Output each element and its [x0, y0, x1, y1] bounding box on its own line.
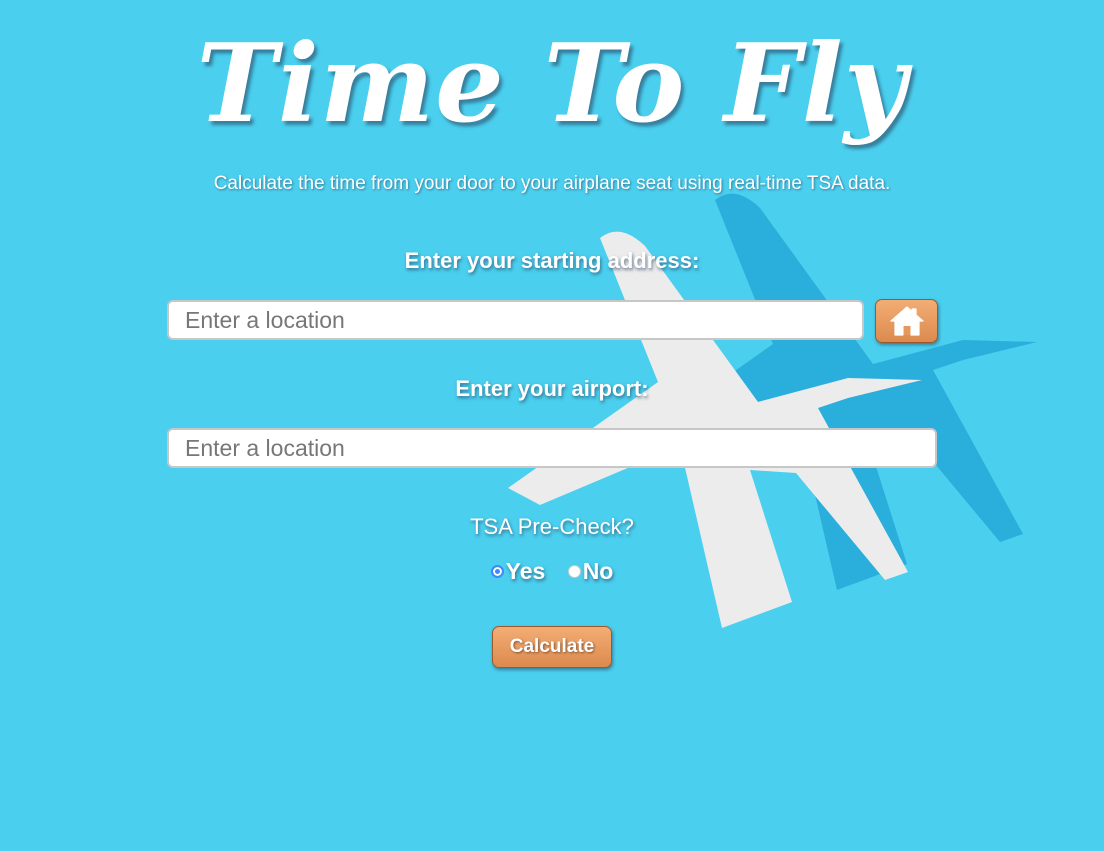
calculate-button[interactable]: Calculate: [492, 626, 612, 668]
tsa-yes-label: Yes: [505, 558, 546, 584]
tsa-no-option[interactable]: No: [567, 558, 614, 585]
airport-input[interactable]: [167, 428, 937, 468]
tsa-no-radio[interactable]: [567, 565, 581, 579]
tsa-no-label: No: [582, 558, 614, 584]
starting-address-label: Enter your starting address:: [404, 248, 700, 273]
home-icon: [890, 306, 924, 336]
tsa-precheck-label: TSA Pre-Check?: [470, 514, 634, 539]
app-subtitle: Calculate the time from your door to you…: [213, 173, 891, 194]
starting-address-input[interactable]: [167, 300, 864, 340]
airport-label: Enter your airport:: [455, 376, 649, 401]
app-title: Time To Fly: [196, 21, 908, 147]
tsa-yes-radio[interactable]: [490, 565, 504, 579]
home-location-button[interactable]: [875, 299, 938, 343]
tsa-yes-option[interactable]: Yes: [490, 558, 546, 585]
tsa-precheck-options: Yes No: [0, 558, 1104, 585]
